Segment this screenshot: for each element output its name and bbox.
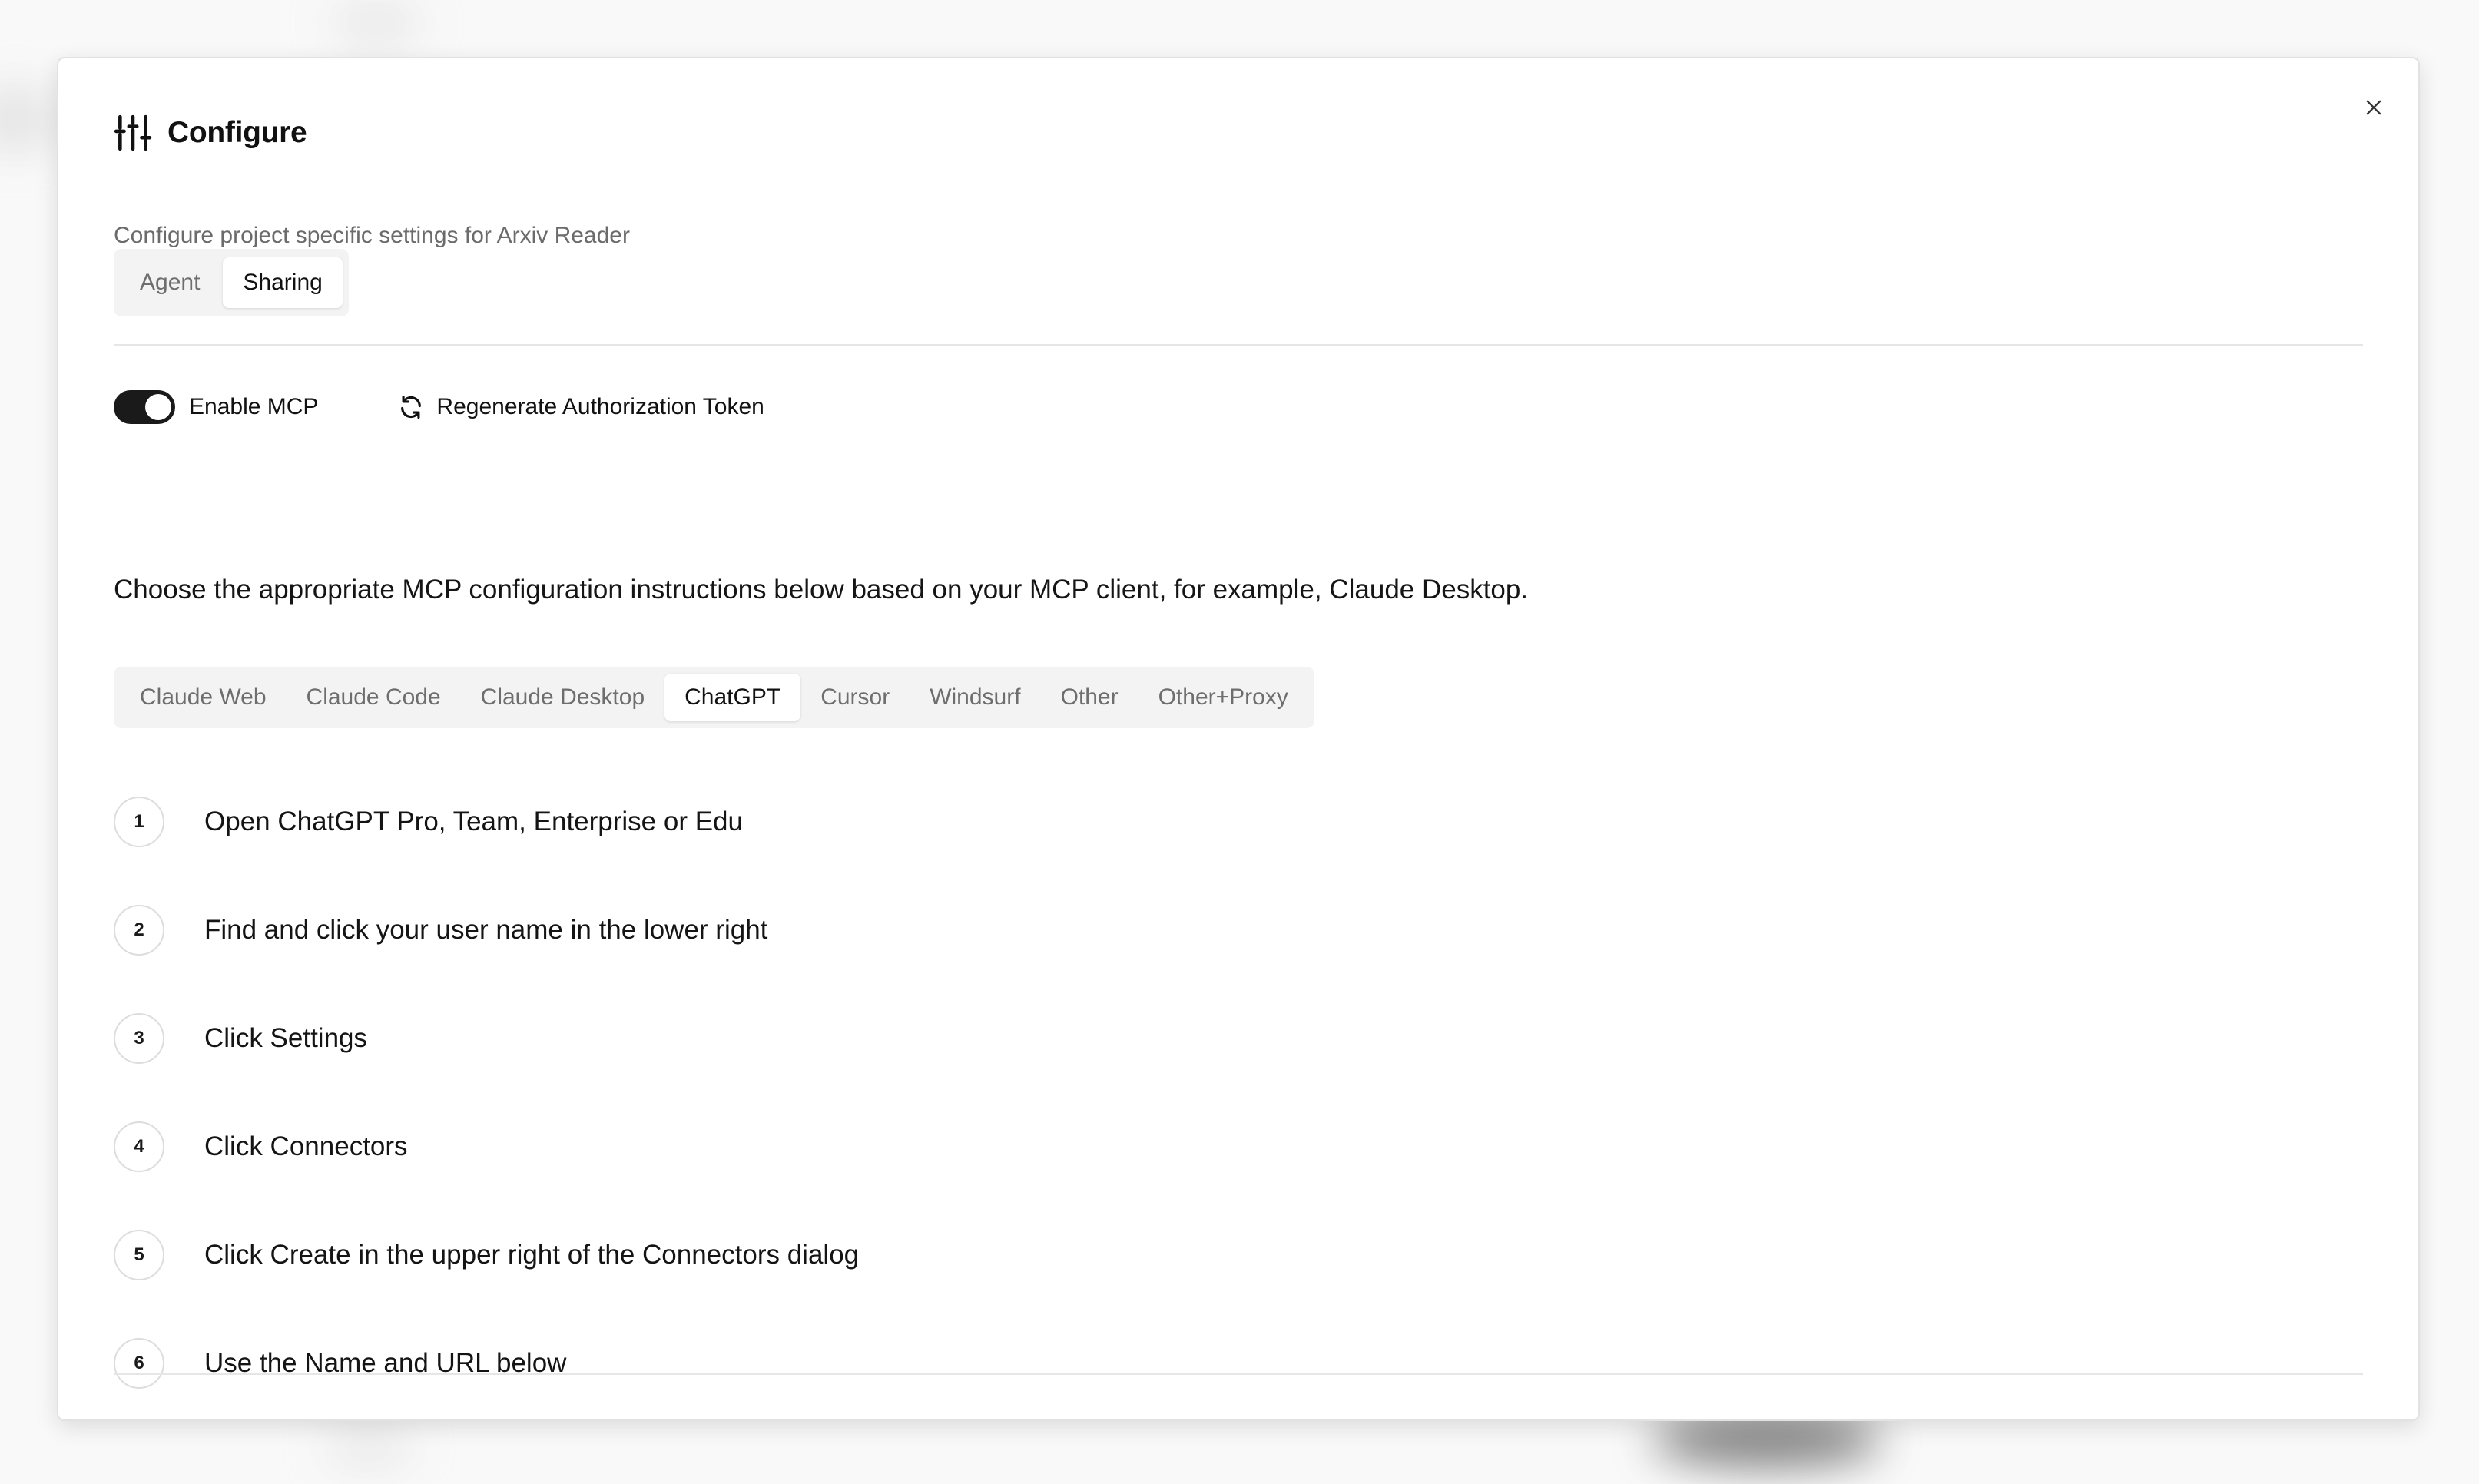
tab-cursor[interactable]: Cursor xyxy=(800,674,910,721)
step-number: 4 xyxy=(114,1121,164,1172)
tab-chatgpt[interactable]: ChatGPT xyxy=(664,674,801,721)
dialog-subtitle: Configure project specific settings for … xyxy=(114,223,630,248)
step-text: Click Settings xyxy=(204,1023,368,1053)
toggle-knob xyxy=(145,394,171,420)
close-icon xyxy=(2366,100,2381,115)
step-item: 4 Click Connectors xyxy=(114,1119,859,1174)
enable-mcp-label: Enable MCP xyxy=(189,394,319,419)
regenerate-token-label: Regenerate Authorization Token xyxy=(436,394,764,419)
tab-claude-code[interactable]: Claude Code xyxy=(287,674,461,721)
tab-other[interactable]: Other xyxy=(1041,674,1138,721)
step-text: Open ChatGPT Pro, Team, Enterprise or Ed… xyxy=(204,807,743,836)
tab-sharing[interactable]: Sharing xyxy=(223,257,343,308)
step-item: 5 Click Create in the upper right of the… xyxy=(114,1227,859,1283)
regenerate-token-button[interactable]: Regenerate Authorization Token xyxy=(398,394,764,420)
tab-windsurf[interactable]: Windsurf xyxy=(910,674,1040,721)
step-text: Click Connectors xyxy=(204,1131,408,1161)
instructions-text: Choose the appropriate MCP configuration… xyxy=(114,575,1529,605)
setup-steps: 1 Open ChatGPT Pro, Team, Enterprise or … xyxy=(114,794,859,1444)
divider xyxy=(114,344,2363,346)
step-number: 5 xyxy=(114,1230,164,1280)
mcp-client-tabs: Claude Web Claude Code Claude Desktop Ch… xyxy=(114,667,1314,728)
divider xyxy=(114,1373,2363,1375)
refresh-icon xyxy=(401,395,422,419)
close-button[interactable] xyxy=(2352,86,2395,129)
step-number: 6 xyxy=(114,1338,164,1389)
mcp-controls: Enable MCP Regenerate Authorization Toke… xyxy=(114,384,764,430)
step-item: 2 Find and click your user name in the l… xyxy=(114,903,859,958)
step-text: Find and click your user name in the low… xyxy=(204,915,768,945)
step-item: 6 Use the Name and URL below xyxy=(114,1336,859,1391)
configure-dialog: Configure Configure project specific set… xyxy=(57,57,2420,1421)
enable-mcp-toggle[interactable] xyxy=(114,390,175,424)
step-number: 1 xyxy=(114,797,164,847)
step-number: 2 xyxy=(114,905,164,956)
dialog-title: Configure xyxy=(167,116,307,149)
step-text: Click Create in the upper right of the C… xyxy=(204,1240,860,1270)
tab-agent[interactable]: Agent xyxy=(120,257,220,308)
tab-claude-desktop[interactable]: Claude Desktop xyxy=(461,674,664,721)
step-item: 3 Click Settings xyxy=(114,1011,859,1066)
step-number: 3 xyxy=(114,1013,164,1064)
dialog-header: Configure xyxy=(114,114,307,152)
step-item: 1 Open ChatGPT Pro, Team, Enterprise or … xyxy=(114,794,859,850)
tab-claude-web[interactable]: Claude Web xyxy=(120,674,287,721)
sliders-icon xyxy=(114,114,152,151)
tab-other-proxy[interactable]: Other+Proxy xyxy=(1138,674,1308,721)
settings-tabs: Agent Sharing xyxy=(114,249,349,316)
